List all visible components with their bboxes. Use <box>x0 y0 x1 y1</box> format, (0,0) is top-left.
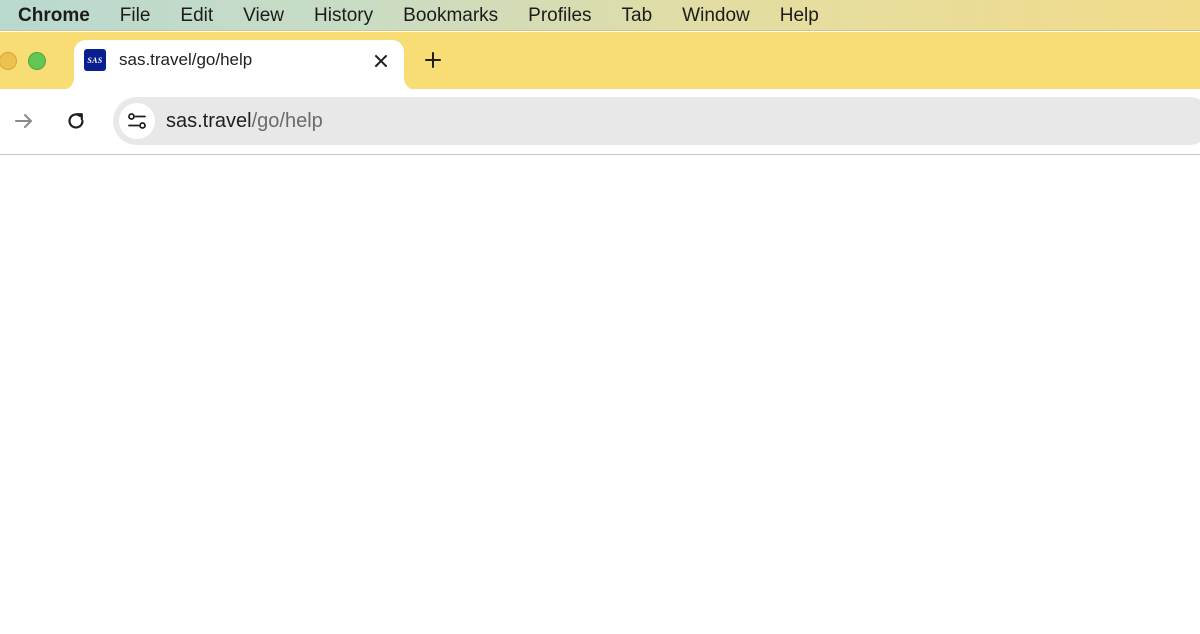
menu-view[interactable]: View <box>243 0 284 31</box>
url-text: sas.travel/go/help <box>166 110 323 132</box>
menu-tab[interactable]: Tab <box>622 0 653 31</box>
browser-toolbar: sas.travel/go/help <box>0 89 1200 155</box>
address-bar[interactable]: sas.travel/go/help <box>113 97 1200 145</box>
arrow-right-icon[interactable] <box>10 107 38 135</box>
menu-edit[interactable]: Edit <box>180 0 213 31</box>
tab-active[interactable]: SAS sas.travel/go/help <box>74 40 404 90</box>
url-path: /go/help <box>251 110 323 132</box>
menu-history[interactable]: History <box>314 0 373 31</box>
close-icon[interactable] <box>370 50 392 72</box>
window-fullscreen-button[interactable] <box>28 52 46 70</box>
menu-file[interactable]: File <box>120 0 151 31</box>
macos-menu-bar: Chrome File Edit View History Bookmarks … <box>0 0 1200 31</box>
plus-icon[interactable] <box>421 48 445 72</box>
menu-profiles[interactable]: Profiles <box>528 0 591 31</box>
menu-bookmarks[interactable]: Bookmarks <box>403 0 498 31</box>
menu-help[interactable]: Help <box>780 0 819 31</box>
url-host: sas.travel <box>166 110 252 132</box>
tune-icon[interactable] <box>119 103 155 139</box>
menu-app-chrome[interactable]: Chrome <box>18 0 90 31</box>
sas-favicon-icon: SAS <box>84 49 106 71</box>
page-content-blank <box>0 155 1200 634</box>
reload-icon[interactable] <box>62 107 90 135</box>
menu-window[interactable]: Window <box>682 0 750 31</box>
tab-title: sas.travel/go/help <box>119 50 253 69</box>
